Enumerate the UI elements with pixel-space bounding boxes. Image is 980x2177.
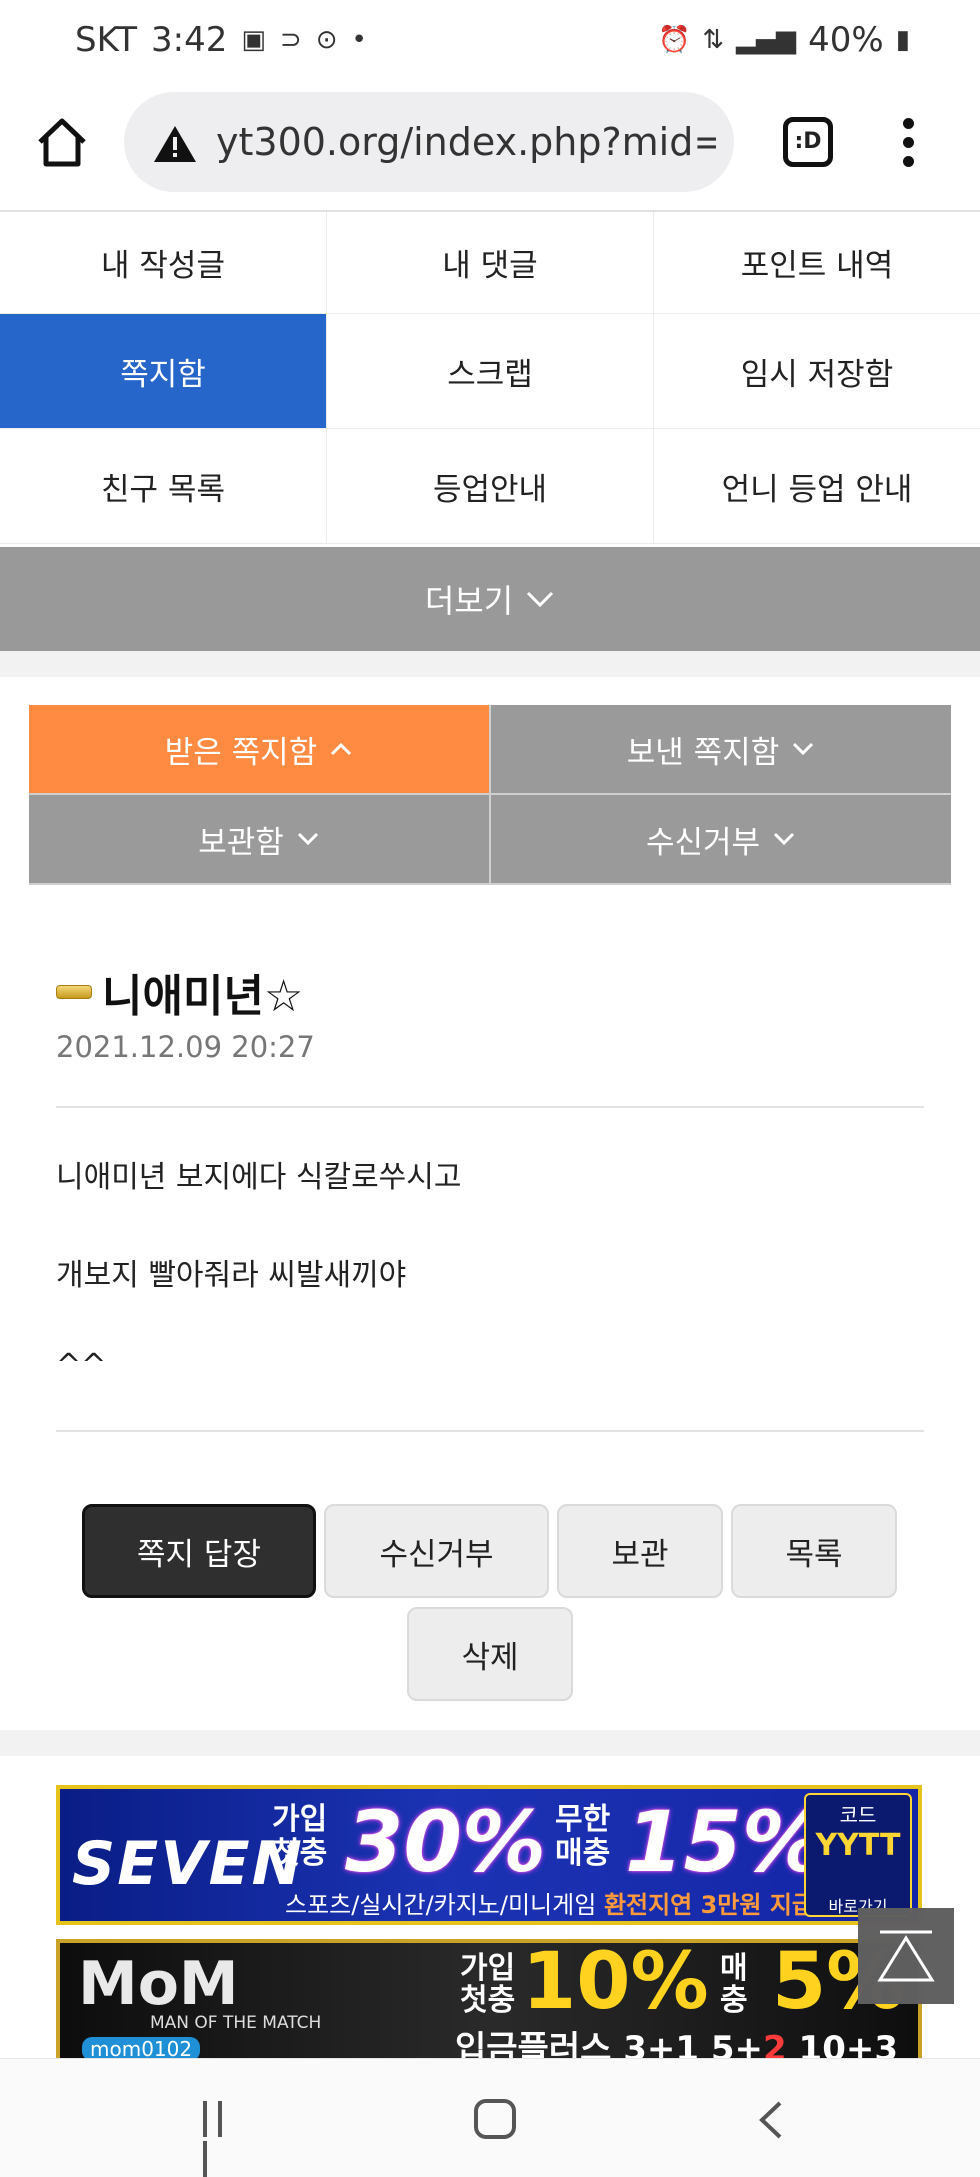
join-first-charge-label: 가입 첫충 [272,1802,328,1871]
mom-deposit-plus: 입금플러스 3+1 5+2 10+3 [455,2021,898,2059]
tab-received[interactable]: 받은 쪽지함 [29,705,491,795]
unlimited-charge-label: 무한 매충 [555,1802,611,1871]
delete-button[interactable]: 삭제 [407,1607,573,1701]
status-left: SKT 3:42 ▣ ⊃ ⊙ • [75,20,367,60]
nav-friends[interactable]: 친구 목록 [0,429,327,543]
seven-logo: SEVEN [72,1829,304,1899]
5g-signal-icon: ⇅ [702,25,725,55]
message-tab-row: 보관함 수신거부 [29,795,951,885]
battery-label: 40% [808,20,884,60]
message-line: ^^ [56,1348,107,1383]
nav-drafts[interactable]: 임시 저장함 [654,314,980,428]
first-charge-percent: 30% [345,1793,547,1891]
nav-point-history[interactable]: 포인트 내역 [654,212,980,313]
section-divider [0,1730,980,1756]
tab-blocked-label: 수신거부 [645,824,761,861]
message-line: 니애미년 보지에다 식칼로쑤시고 [56,1160,462,1195]
message-date: 2021.12.09 20:27 [56,1030,315,1064]
tab-sent[interactable]: 보낸 쪽지함 [491,705,951,795]
status-right: ⏰ ⇅ ▂▄▆ 40% ▮ [658,20,910,60]
chevron-down-icon [793,742,814,756]
divider [56,1430,924,1432]
warning-icon[interactable] [152,124,198,164]
carrier-label: SKT [75,20,138,60]
nav-row: 내 작성글 내 댓글 포인트 내역 [0,212,980,314]
scroll-to-top-icon[interactable] [858,1908,954,2004]
more-button[interactable]: 더보기 [0,547,980,651]
chevron-down-icon [527,591,554,608]
block-sender-button[interactable]: 수신거부 [324,1504,549,1598]
sender-name[interactable]: 니애미년☆ [102,960,303,1024]
mom-ad-banner[interactable]: MoM MAN OF THE MATCH mom0102 가입 첫충 10% 매… [56,1939,922,2059]
chevron-down-icon [297,832,318,846]
battery-icon: ▮ [895,25,910,55]
seven-sub-a: 스포츠/실시간/카지노/미니게임 [285,1891,604,1919]
mom-line-a: 입금플러스 3+1 5+ [455,2029,764,2059]
tab-switcher-button[interactable]: :D [783,117,833,167]
telegram-tag: mom0102 [82,2037,201,2059]
nav-row: 쪽지함 스크랩 임시 저장함 [0,314,980,429]
address-bar[interactable]: yt300.org/index.php?mid=m [124,92,734,192]
more-label: 더보기 [424,582,514,620]
unlimited-charge-percent: 15% [625,1793,827,1891]
browser-toolbar: yt300.org/index.php?mid=m :D [0,84,980,212]
code-label: 코드 [839,1803,877,1827]
dot-icon: • [351,25,367,55]
chevron-down-icon [773,832,795,846]
mom-recharge-label: 매 충 [720,1951,748,2018]
mom-join-label: 가입 첫충 [460,1951,516,2018]
member-level-icon [56,985,92,999]
nav-scrap[interactable]: 스크랩 [327,314,654,428]
mom-logo: MoM [78,1949,239,2019]
chevron-up-icon [331,742,352,756]
tab-received-label: 받은 쪽지함 [164,734,318,771]
message-line: 개보지 빨아줘라 씨발새끼야 [56,1258,407,1293]
recent-apps-icon[interactable] [203,2101,241,2177]
more-menu-icon[interactable] [896,118,920,168]
signal-bars-icon: ▂▄▆ [736,25,797,55]
section-divider [0,651,980,677]
tab-blocked[interactable]: 수신거부 [491,795,951,885]
account-nav-grid: 내 작성글 내 댓글 포인트 내역 쪽지함 스크랩 임시 저장함 친구 목록 등… [0,212,980,544]
nav-level-guide[interactable]: 등업안내 [327,429,654,543]
nav-row: 친구 목록 등업안내 언니 등업 안내 [0,429,980,544]
url-text[interactable]: yt300.org/index.php?mid=m [216,120,716,164]
tab-sent-label: 보낸 쪽지함 [626,734,780,771]
list-button[interactable]: 목록 [731,1504,897,1598]
code-value: YYTT [815,1828,901,1863]
nav-messages[interactable]: 쪽지함 [0,314,327,428]
mom-line-c: 10+3 [786,2029,898,2059]
home-icon[interactable] [34,114,90,170]
back-icon[interactable] [752,2099,792,2141]
mom-subtitle: MAN OF THE MATCH [150,2013,322,2033]
seven-sub-b: 환전지연 3만원 지급 [603,1891,814,1919]
voicemail-icon: ⊙ [315,25,338,55]
message-tabs: 받은 쪽지함 보낸 쪽지함 보관함 수신거부 [29,705,951,885]
mom-line-b: 2 [763,2029,787,2059]
gallery-icon: ▣ [241,25,266,55]
time-label: 3:42 [151,20,228,60]
tab-archive-label: 보관함 [198,824,284,861]
seven-ad-banner[interactable]: SEVEN 가입 첫충 30% 무한 매충 15% 스포츠/실시간/카지노/미니… [56,1785,922,1925]
seven-code-box[interactable]: 코드 YYTT 바로가기 [804,1793,912,1917]
nav-my-posts[interactable]: 내 작성글 [0,212,327,313]
seven-subtitle: 스포츠/실시간/카지노/미니게임 환전지연 3만원 지급 [285,1885,814,1920]
alarm-icon: ⏰ [657,25,691,55]
android-nav-bar [0,2058,980,2177]
message-header: 니애미년☆ [56,960,303,1024]
message-tab-row: 받은 쪽지함 보낸 쪽지함 [29,705,951,795]
nav-my-comments[interactable]: 내 댓글 [327,212,654,313]
divider [56,1106,924,1108]
mom-first-percent: 10% [522,1939,709,2027]
archive-button[interactable]: 보관 [557,1504,723,1598]
tab-archive[interactable]: 보관함 [29,795,491,885]
status-bar: SKT 3:42 ▣ ⊃ ⊙ • ⏰ ⇅ ▂▄▆ 40% ▮ [0,0,980,84]
notification-icon: ⊃ [279,25,302,55]
reply-button[interactable]: 쪽지 답장 [82,1504,316,1598]
nav-sister-level-guide[interactable]: 언니 등업 안내 [654,429,980,543]
home-nav-icon[interactable] [474,2099,516,2139]
